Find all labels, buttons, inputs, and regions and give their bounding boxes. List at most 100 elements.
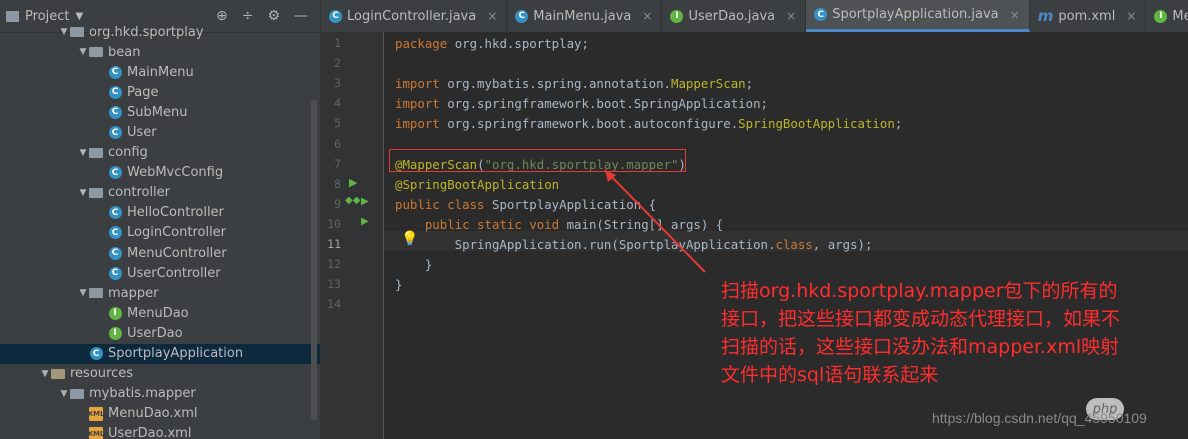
tree-item[interactable]: C WebMvcConfig — [0, 163, 320, 183]
tree-item[interactable]: ▼ bean — [0, 42, 320, 62]
editor-tab[interactable]: IMenuDao.java× — [1146, 0, 1188, 32]
class-icon: C — [107, 245, 123, 261]
bulb-icon[interactable]: 💡 — [401, 231, 418, 247]
tree-item-label: LoginController — [127, 225, 227, 241]
folder-icon — [50, 366, 66, 382]
tree-item[interactable]: C UserController — [0, 263, 320, 283]
expand-arrow-icon[interactable]: ▼ — [78, 148, 88, 158]
expand-arrow-icon[interactable]: ▼ — [40, 369, 50, 379]
tree-item[interactable]: C MenuController — [0, 243, 320, 263]
watermark-url: https://blog.csdn.net/qq_45950109 — [932, 410, 1147, 426]
tree-item[interactable]: C SportplayApplication — [0, 343, 320, 364]
code-line: import org.springframework.boot.autoconf… — [395, 114, 902, 134]
line-number: 2 — [334, 56, 341, 71]
interface-icon: I — [670, 9, 684, 23]
spring-boot-class-icon: C — [814, 8, 828, 21]
code-line: } — [395, 255, 432, 275]
line-number: 12 — [327, 257, 341, 272]
tree-item[interactable]: C MainMenu — [0, 62, 320, 82]
annotation-line: 接口，把这些接口都变成动态代理接口，如果不 — [721, 308, 1121, 330]
tree-item[interactable]: XML MenuDao.xml — [0, 404, 320, 424]
tree-item-label: WebMvcConfig — [127, 165, 224, 181]
editor-tab[interactable]: C SportplayApplication.java × — [806, 0, 1030, 32]
class-icon: C — [515, 9, 529, 23]
editor-tab[interactable]: I UserDao.java × — [662, 0, 807, 32]
tree-item-label: SportplayApplication — [108, 346, 244, 362]
line-number: 4 — [334, 96, 341, 111]
tree-item[interactable]: C User — [0, 122, 320, 142]
editor-tab[interactable]: C MainMenu.java × — [507, 0, 663, 32]
expand-arrow-icon[interactable]: ▼ — [59, 389, 69, 399]
class-icon: C — [107, 84, 123, 100]
tree-item[interactable]: ▼ mapper — [0, 283, 320, 303]
tree-item-label: bean — [108, 44, 141, 60]
editor-tab[interactable]: C LoginController.java × — [321, 0, 508, 32]
tree-scrollbar[interactable] — [311, 100, 317, 420]
editor-tab[interactable]: m pom.xml × — [1030, 0, 1147, 32]
tree-item[interactable]: ▼ config — [0, 143, 320, 163]
code-token: org.mybatis.spring.annotation. — [447, 76, 672, 92]
project-tree: ▼ org.hkd.sportplay ▼ bean C MainMenu C Page C Su… — [0, 22, 320, 439]
tree-item-label: MenuDao.xml — [108, 406, 198, 422]
code-token: class — [775, 237, 813, 252]
tree-item[interactable]: C HelloController — [0, 203, 320, 223]
tree-item[interactable]: ▼ resources — [0, 364, 320, 384]
run-gutter-icon[interactable]: ▶ — [361, 216, 369, 227]
maven-icon: m — [1037, 7, 1054, 25]
line-number: 10 — [327, 216, 341, 231]
interface-icon: I — [107, 325, 123, 341]
annotation-line: 扫描org.hkd.sportplay.mapper包下的所有的 — [721, 280, 1118, 302]
line-number: 9 — [334, 196, 341, 211]
tree-item[interactable]: ▼ controller — [0, 183, 320, 203]
xml-file-icon: XML — [88, 426, 104, 439]
tree-item[interactable]: C Page — [0, 82, 320, 102]
tree-item[interactable]: XML UserDao.xml — [0, 424, 320, 439]
close-icon[interactable]: × — [786, 9, 796, 23]
folder-icon — [69, 386, 85, 402]
interface-icon: I — [1154, 9, 1168, 23]
tree-item-label: SubMenu — [127, 104, 188, 120]
tree-item[interactable]: I MenuDao — [0, 303, 320, 323]
tree-item[interactable]: C SubMenu — [0, 102, 320, 122]
project-icon — [6, 10, 19, 22]
class-icon: C — [107, 125, 123, 141]
tree-item-label: controller — [108, 185, 171, 201]
expand-arrow-icon[interactable]: ▼ — [78, 288, 88, 298]
code-token: main(String[] args) { — [566, 216, 724, 232]
code-token: public static void — [424, 216, 567, 232]
code-token: org.springframework.boot.SpringApplicati… — [447, 96, 768, 112]
close-icon[interactable]: × — [487, 9, 497, 23]
code-token: , args); — [812, 237, 873, 252]
tree-item-label: mybatis.mapper — [89, 386, 196, 402]
tree-item-label: config — [108, 145, 148, 161]
code-token: org.hkd.sportplay; — [454, 36, 589, 51]
folder-icon — [88, 44, 104, 60]
tree-item[interactable]: I UserDao — [0, 323, 320, 343]
code-token: run — [588, 237, 612, 252]
bean-gutter-icon[interactable]: ◆◆ — [345, 195, 360, 206]
annotation-line: 文件中的sql语句联系起来 — [721, 364, 939, 386]
folder-icon — [88, 285, 104, 301]
run-gutter-icon[interactable]: ▶ — [349, 176, 357, 189]
tree-item[interactable]: ▼ org.hkd.sportplay — [0, 22, 320, 42]
tree-item-label: org.hkd.sportplay — [89, 24, 204, 40]
tree-item[interactable]: C LoginController — [0, 223, 320, 243]
line-number: 3 — [334, 76, 341, 91]
tree-item-label: MenuController — [127, 245, 227, 261]
expand-arrow-icon[interactable]: ▼ — [59, 27, 69, 37]
run-gutter-icon[interactable]: ▶ — [361, 196, 369, 207]
close-icon[interactable]: × — [1126, 9, 1136, 23]
close-icon[interactable]: × — [1010, 8, 1020, 22]
tab-label: MenuDao.java — [1172, 8, 1188, 24]
line-number: 13 — [327, 277, 341, 292]
expand-arrow-icon[interactable]: ▼ — [78, 47, 88, 57]
editor-tabs: C LoginController.java × C MainMenu.java × I Us… — [321, 0, 1188, 33]
expand-arrow-icon[interactable]: ▼ — [78, 188, 88, 198]
mapperscan-highlight-box — [389, 149, 686, 172]
tree-item-label: UserDao.xml — [108, 426, 192, 439]
tree-item-label: MenuDao — [127, 305, 189, 321]
close-icon[interactable]: × — [642, 9, 652, 23]
tree-item[interactable]: ▼ mybatis.mapper — [0, 384, 320, 404]
line-number: 11 — [327, 237, 341, 251]
